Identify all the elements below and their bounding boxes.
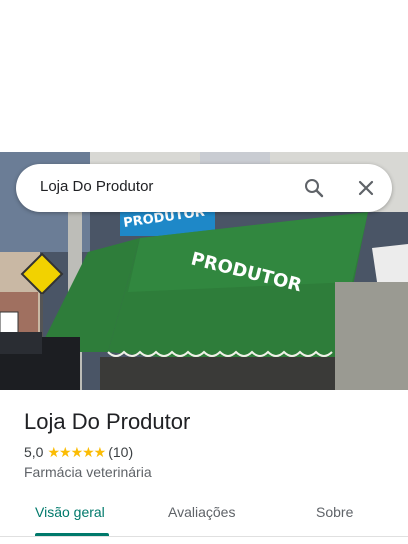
place-tabs: Visão geral Avaliações Sobre: [0, 498, 408, 534]
close-icon[interactable]: [354, 176, 378, 200]
place-title: Loja Do Produtor: [24, 409, 191, 434]
place-category: Farmácia veterinária: [24, 464, 152, 480]
rating-value: 5,0: [24, 444, 44, 460]
review-count[interactable]: (10): [108, 444, 133, 460]
search-bar[interactable]: Loja Do Produtor: [16, 164, 392, 212]
search-input[interactable]: Loja Do Produtor: [40, 178, 153, 195]
tabs-divider: [0, 536, 408, 537]
place-info: Loja Do Produtor 5,0 ★★★★★ (10) Farmácia v…: [24, 408, 394, 481]
tab-overview[interactable]: Visão geral: [35, 504, 105, 520]
search-icon[interactable]: [302, 176, 326, 200]
rating-stars-icon: ★★★★★: [47, 444, 106, 460]
map-blank-area: [0, 0, 408, 152]
tab-about[interactable]: Sobre: [316, 504, 353, 520]
rating-row[interactable]: 5,0 ★★★★★ (10): [24, 443, 394, 461]
tab-reviews[interactable]: Avaliações: [168, 504, 235, 520]
